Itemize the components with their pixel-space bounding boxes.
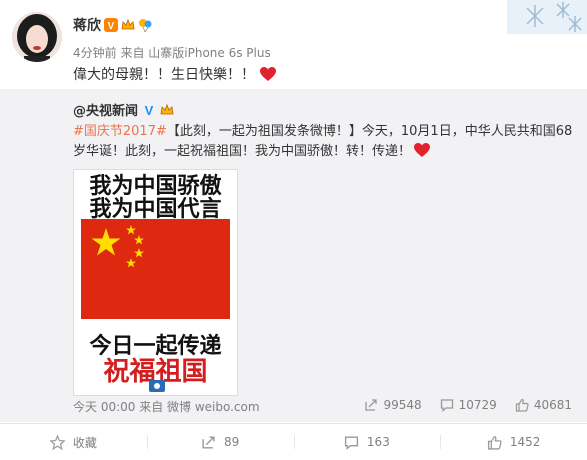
star-icon: [49, 434, 65, 450]
weibo-card: 蒋欣 V 4分钟前 来自 山寨版iPhone 6s Plus 偉大的母親！！生日…: [0, 0, 587, 459]
china-flag: [81, 219, 230, 319]
heart-emoji-icon: [260, 67, 276, 81]
author-name-row: 蒋欣 V: [73, 15, 152, 35]
comment-icon: [344, 435, 359, 450]
svg-text:V: V: [145, 103, 154, 117]
repost-footer: 今天 00:00 来自 微博 weibo.com: [73, 400, 260, 414]
action-bar: 收藏 89 163 1452: [0, 423, 587, 460]
repost-comment-count: 10729: [458, 398, 497, 412]
repost-author[interactable]: @央视新闻: [73, 100, 138, 119]
svg-text:V: V: [108, 21, 115, 32]
share-button[interactable]: 89: [146, 424, 294, 460]
share-count: 89: [223, 435, 240, 449]
share-icon: [202, 435, 215, 449]
thumbs-up-icon: [487, 435, 502, 450]
avatar-image: [12, 12, 62, 62]
repost-stats: 99548 10729 40681: [346, 398, 572, 412]
favorite-button[interactable]: 收藏: [0, 424, 147, 460]
repost-text: #国庆节2017#【此刻，一起为祖国发条微博！】今天，10月1日，中华人民共和国…: [73, 122, 573, 162]
comment-icon: [440, 399, 453, 412]
comment-count: 163: [366, 435, 390, 449]
like-count: 1452: [509, 435, 541, 449]
post-text-row: 偉大的母親！！生日快樂！！: [73, 64, 277, 84]
flag-stars-icon: [91, 225, 144, 268]
share-icon: [365, 399, 378, 411]
poster-image[interactable]: 我为中国骄傲 我为中国代言 今日一起传递 祝福祖国: [73, 169, 238, 396]
avatar[interactable]: [12, 12, 62, 62]
repost-like-count: 40681: [533, 398, 572, 412]
hashtag-link[interactable]: #国庆节2017#: [73, 124, 167, 139]
crown-icon: [121, 18, 135, 32]
post-text: 偉大的母親！！生日快樂！！: [73, 67, 255, 83]
repost-like-stat[interactable]: 40681: [515, 398, 572, 412]
repost-container: @央视新闻 V #国庆节2017#【此刻，一起为祖国发条微博！】今天，10月1日…: [0, 89, 587, 422]
repost-author-row: @央视新闻 V: [73, 100, 174, 119]
verified-badge-icon: V: [104, 18, 118, 32]
snowflake-decoration-icon: [507, 0, 587, 34]
balloon-icon: [138, 18, 152, 32]
favorite-label: 收藏: [72, 435, 97, 450]
repost-share-stat[interactable]: 99548: [364, 398, 422, 412]
thumbs-up-icon: [515, 398, 529, 412]
blue-verified-icon: V: [142, 103, 156, 117]
repost-comment-stat[interactable]: 10729: [440, 398, 497, 412]
repost-share-count: 99548: [383, 398, 422, 412]
cctv-logo-icon: [149, 380, 165, 392]
like-button[interactable]: 1452: [440, 424, 587, 460]
crown-icon: [160, 103, 174, 117]
heart-emoji-icon: [414, 143, 431, 157]
post-meta: 4分钟前 来自 山寨版iPhone 6s Plus: [73, 46, 271, 60]
comment-button[interactable]: 163: [293, 424, 441, 460]
author-name[interactable]: 蒋欣: [73, 15, 101, 35]
